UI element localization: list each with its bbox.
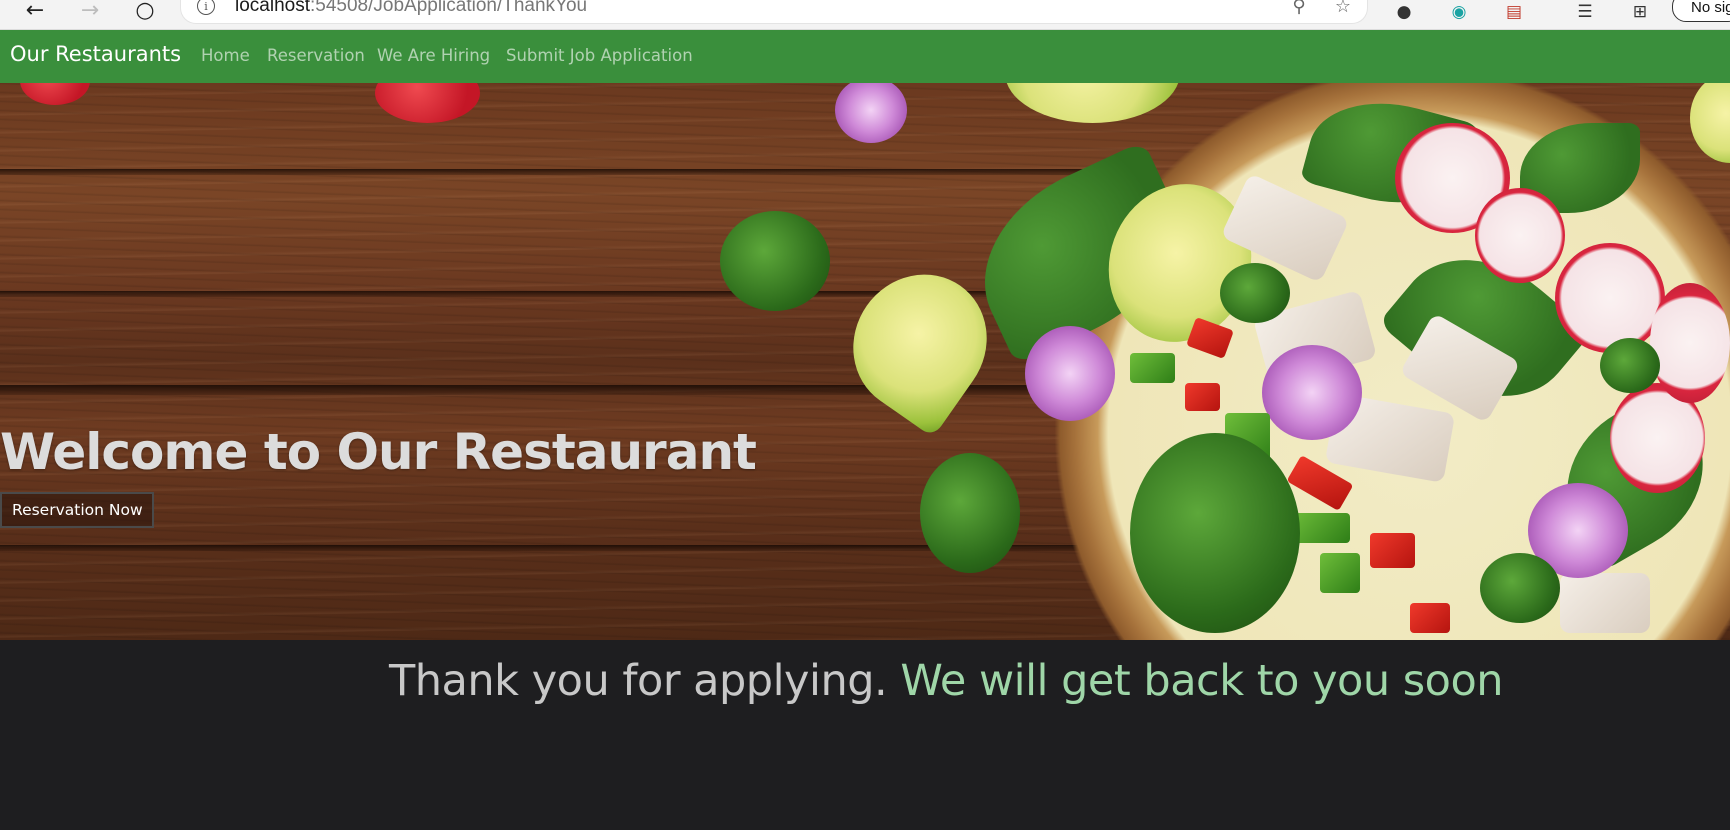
zoom-out-icon[interactable]: ⚲ (1288, 0, 1310, 17)
browser-toolbar: ← → ○ i localhost:54508/JobApplication/T… (0, 0, 1730, 30)
nav-submit-job-application[interactable]: Submit Job Application (506, 46, 693, 65)
star-icon[interactable]: ☆ (1332, 0, 1354, 17)
thank-you-message: Thank you for applying. We will get back… (389, 656, 1504, 706)
thank-you-part2: We will get back to you soon (900, 656, 1504, 706)
thank-you-section: Thank you for applying. We will get back… (0, 640, 1730, 830)
collections-icon[interactable]: ⊞ (1629, 1, 1651, 23)
hero-title: Welcome to Our Restaurant (0, 423, 757, 481)
extension-bulb-icon[interactable]: ● (1393, 1, 1415, 23)
nav-we-are-hiring[interactable]: We Are Hiring (377, 46, 490, 65)
profile-button[interactable]: No sig (1672, 0, 1730, 22)
back-arrow-icon[interactable]: ← (20, 0, 50, 22)
url-path: :54508/JobApplication/ThankYou (310, 0, 588, 16)
nav-reservation[interactable]: Reservation (267, 46, 365, 65)
extension-flag-icon[interactable]: ▤ (1503, 1, 1525, 23)
refresh-icon[interactable]: ○ (130, 0, 160, 22)
nav-home[interactable]: Home (201, 46, 250, 65)
address-bar[interactable]: i localhost:54508/JobApplication/ThankYo… (180, 0, 1368, 24)
thank-you-part1: Thank you for applying. (389, 656, 901, 706)
favorites-list-icon[interactable]: ☰ (1574, 1, 1596, 23)
reservation-now-button[interactable]: Reservation Now (0, 492, 154, 528)
brand-link[interactable]: Our Restaurants (10, 42, 181, 66)
url-host: localhost (235, 0, 310, 16)
address-url[interactable]: localhost:54508/JobApplication/ThankYou (235, 0, 587, 17)
info-icon[interactable]: i (197, 0, 215, 15)
hero-banner: Welcome to Our Restaurant Reservation No… (0, 83, 1730, 640)
site-navbar: Our Restaurants Home Reservation We Are … (0, 30, 1730, 83)
forward-arrow-icon[interactable]: → (75, 0, 105, 22)
extension-circle-icon[interactable]: ◉ (1448, 1, 1470, 23)
